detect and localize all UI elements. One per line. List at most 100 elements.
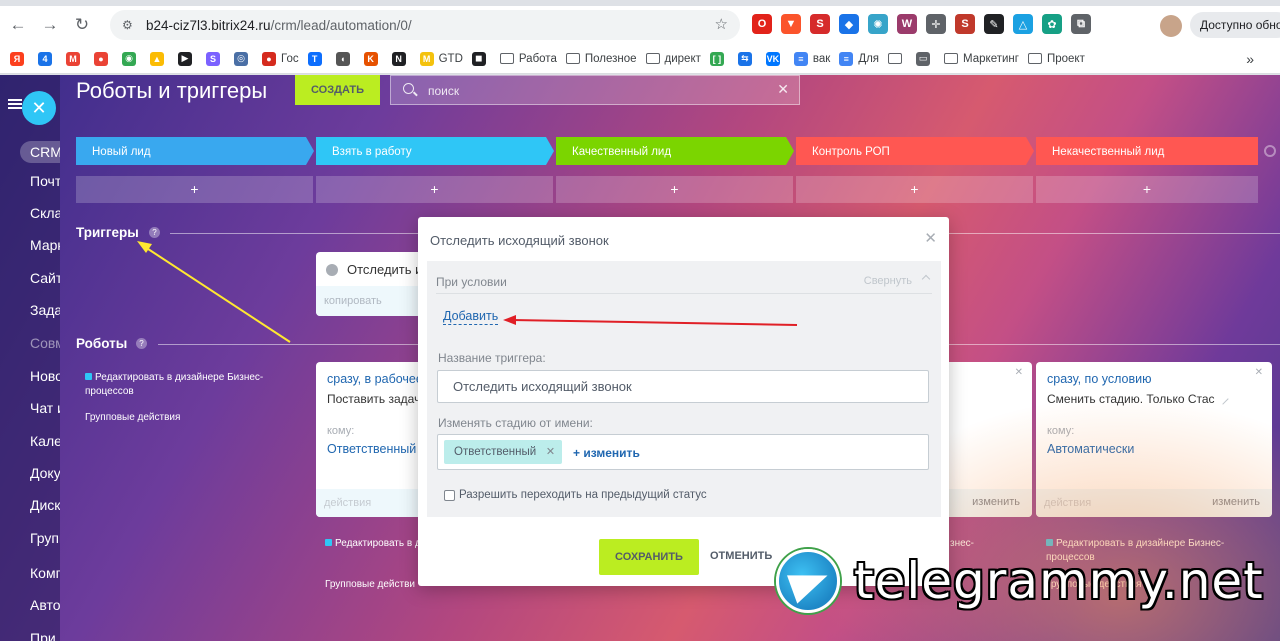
more-bookmarks-icon[interactable]: » <box>1246 51 1254 67</box>
bookmark-item[interactable]: Проект <box>1027 53 1085 65</box>
bookmark-item[interactable]: M <box>66 51 85 66</box>
sidebar-item[interactable]: Докум <box>30 465 60 481</box>
puzzle-icon[interactable]: ⧉ <box>1071 14 1091 34</box>
triangle-icon[interactable]: △ <box>1013 14 1033 34</box>
add-trigger-button[interactable]: + <box>316 176 553 203</box>
sidebar-item[interactable]: Склад <box>30 205 60 221</box>
add-trigger-button[interactable]: + <box>556 176 793 203</box>
close-slider-icon[interactable]: ✕ <box>22 91 56 125</box>
robot-delete-icon[interactable]: ✕ <box>1255 367 1263 378</box>
sidebar-item[interactable]: Автом <box>30 597 60 613</box>
bookmark-item[interactable]: [ ] <box>709 51 729 66</box>
forward-arrow-icon[interactable]: → <box>36 11 64 39</box>
address-bar[interactable]: ⚙ b24-ciz7l3.bitrix24.ru/crm/lead/automa… <box>110 10 740 40</box>
allow-previous-status-row[interactable]: Разрешить переходить на предыдущий стату… <box>444 489 707 501</box>
bookmark-item[interactable]: ▭ <box>916 51 935 66</box>
collapse-link[interactable]: Свернуть <box>864 275 912 287</box>
bookmark-item[interactable]: директ <box>645 53 701 65</box>
bookmark-item[interactable]: ● Гос <box>262 51 299 66</box>
robot-card-partial[interactable]: ✕ изменить <box>940 362 1032 517</box>
pin-icon[interactable]: ◆ <box>839 14 859 34</box>
bookmark-item[interactable]: ◎ <box>234 51 253 66</box>
bookmark-item[interactable]: M GTD <box>419 51 463 66</box>
search-box[interactable]: поиск ✕ <box>390 75 800 105</box>
add-trigger-button[interactable]: + <box>1036 176 1258 203</box>
sidebar-item[interactable]: Компа <box>30 565 60 581</box>
dialog-close-icon[interactable]: ✕ <box>924 229 937 247</box>
save-button[interactable]: СОХРАНИТЬ <box>599 539 699 575</box>
chevron-up-icon[interactable] <box>921 274 931 284</box>
sidebar-item[interactable]: Кален <box>30 433 60 449</box>
group-actions-link[interactable]: Групповые действи <box>325 578 415 592</box>
bookmark-item[interactable]: Я <box>10 51 29 66</box>
site-settings-icon[interactable]: ⚙ <box>122 18 136 32</box>
bookmark-item[interactable]: Работа <box>499 53 557 65</box>
remove-user-icon[interactable]: ✕ <box>546 445 555 458</box>
sidebar-item[interactable]: Марк <box>30 237 60 253</box>
bookmark-item[interactable]: ▶ <box>178 51 197 66</box>
w-icon[interactable]: W <box>897 14 917 34</box>
trigger-card[interactable]: Отследить и копировать <box>316 252 426 316</box>
user-selector[interactable]: Ответственный ✕ + изменить <box>437 434 929 470</box>
trigger-name-input[interactable] <box>437 370 929 403</box>
sidebar-item[interactable]: Нового <box>30 368 60 384</box>
allow-previous-status-label[interactable]: Разрешить переходить на предыдущий стату… <box>459 489 707 501</box>
bookmark-item[interactable]: Маркетинг <box>944 53 1019 65</box>
robot-change-link[interactable]: изменить <box>1212 496 1260 508</box>
robots-help-icon[interactable]: ? <box>136 338 147 349</box>
bookmark-item[interactable] <box>888 53 907 64</box>
profile-avatar[interactable] <box>1160 15 1182 37</box>
allow-previous-status-checkbox[interactable] <box>444 489 455 501</box>
bookmark-item[interactable]: ≡ вак <box>793 51 830 66</box>
bookmark-item[interactable]: ◼ <box>471 51 491 66</box>
back-arrow-icon[interactable]: ← <box>4 11 32 39</box>
sidebar-item[interactable]: Совм <box>30 335 60 351</box>
bookmark-item[interactable]: N <box>391 51 411 66</box>
sidebar-item[interactable]: Диск <box>30 497 60 513</box>
sidebar-item[interactable]: Чат и <box>30 400 60 416</box>
change-user-link[interactable]: + изменить <box>573 446 640 460</box>
robot-actions-label[interactable]: действия <box>1044 497 1091 509</box>
plant-icon[interactable]: ✿ <box>1042 14 1062 34</box>
stage-settings-icon[interactable] <box>1264 145 1276 157</box>
hamburger-icon[interactable] <box>8 99 22 109</box>
robot-actions-label[interactable]: действия <box>324 497 371 509</box>
robot-delete-icon[interactable]: ✕ <box>1015 367 1023 378</box>
bookmark-item[interactable]: 4 <box>38 51 57 66</box>
sidebar-item[interactable]: CRM <box>20 141 60 163</box>
bookmark-item[interactable]: ◖ <box>335 51 355 66</box>
clear-search-icon[interactable]: ✕ <box>777 81 789 98</box>
trigger-copy-link[interactable]: копировать <box>316 286 426 316</box>
group-actions-link[interactable]: Групповые действия <box>85 412 180 423</box>
edit-pencil-icon[interactable] <box>1216 393 1229 405</box>
brave-icon[interactable]: ▼ <box>781 14 801 34</box>
bookmark-item[interactable]: ● <box>94 51 113 66</box>
add-trigger-button[interactable]: + <box>796 176 1033 203</box>
robot-responsible[interactable]: Автоматически <box>1047 442 1134 456</box>
bookmark-item[interactable]: VK <box>765 51 785 66</box>
triggers-help-icon[interactable]: ? <box>149 227 160 238</box>
sidebar-item[interactable]: При <box>30 630 60 641</box>
sidebar-item[interactable]: Почта <box>30 173 60 189</box>
robot-when[interactable]: сразу, в рабочее <box>327 372 423 386</box>
react-icon[interactable]: ✺ <box>868 14 888 34</box>
bookmark-item[interactable]: ≡ Для <box>839 51 879 66</box>
robot-card[interactable]: ✕ сразу, по условию Сменить стадию. Толь… <box>1036 362 1272 517</box>
update-available-button[interactable]: Доступно обнов <box>1190 12 1280 38</box>
bookmark-item[interactable]: T <box>307 51 327 66</box>
bookmark-star-icon[interactable]: ☆ <box>715 15 728 33</box>
robot-responsible[interactable]: Ответственный <box>327 442 416 456</box>
bookmark-item[interactable]: S <box>206 51 225 66</box>
sidebar-item[interactable]: Сайт <box>30 270 60 286</box>
s-icon[interactable]: S <box>810 14 830 34</box>
move-icon[interactable]: ✛ <box>926 14 946 34</box>
robot-change-link[interactable]: изменить <box>972 496 1020 508</box>
bookmark-item[interactable]: K <box>363 51 383 66</box>
robot-when[interactable]: сразу, по условию <box>1047 372 1152 386</box>
cancel-button[interactable]: ОТМЕНИТЬ <box>710 550 772 562</box>
edit-in-designer-link[interactable]: Редактировать в дизайнере Бизнес- процес… <box>85 371 265 399</box>
mail-icon[interactable]: S <box>955 14 975 34</box>
bookmark-item[interactable]: ▲ <box>150 51 169 66</box>
sidebar-item[interactable]: Групп <box>30 530 60 546</box>
edit-in-designer-link[interactable]: Редактировать в диз <box>325 537 431 551</box>
